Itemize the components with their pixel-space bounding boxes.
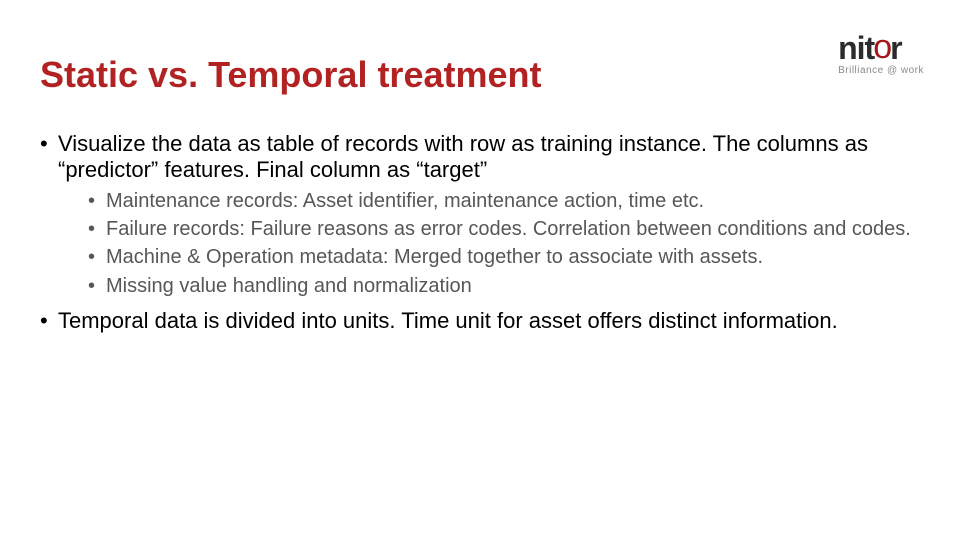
- brand-logo: n i t o r Brilliance @ work: [838, 30, 924, 76]
- bullet-item: Visualize the data as table of records w…: [40, 131, 920, 298]
- sub-bullet-item: Missing value handling and normalization: [88, 274, 920, 298]
- sub-bullet-list: Maintenance records: Asset identifier, m…: [58, 189, 920, 299]
- logo-letter-i: i: [857, 32, 865, 64]
- bullet-text: Temporal data is divided into units. Tim…: [58, 308, 838, 333]
- bullet-list: Visualize the data as table of records w…: [40, 131, 920, 334]
- logo-letter-r: r: [890, 32, 901, 64]
- brand-wordmark: n i t o r: [838, 30, 924, 64]
- brand-tagline: Brilliance @ work: [838, 66, 924, 76]
- sub-bullet-item: Machine & Operation metadata: Merged tog…: [88, 245, 920, 269]
- slide: n i t o r Brilliance @ work Static vs. T…: [0, 0, 960, 540]
- sub-bullet-item: Failure records: Failure reasons as erro…: [88, 217, 920, 241]
- logo-letter-n: n: [838, 32, 857, 64]
- bullet-item: Temporal data is divided into units. Tim…: [40, 308, 920, 334]
- bullet-text: Visualize the data as table of records w…: [58, 131, 868, 182]
- slide-title: Static vs. Temporal treatment: [40, 55, 920, 95]
- sub-bullet-item: Maintenance records: Asset identifier, m…: [88, 189, 920, 213]
- logo-letter-o: o: [873, 30, 891, 64]
